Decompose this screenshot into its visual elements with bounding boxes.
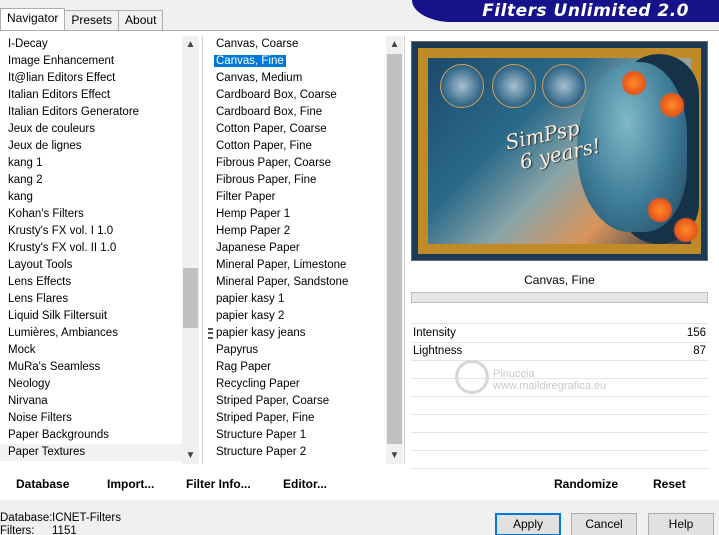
filter-item[interactable]: Striped Paper, Fine [208,410,388,427]
progress-bar [411,292,708,303]
category-item[interactable]: Krusty's FX vol. I 1.0 [0,223,182,240]
filters-unlimited-window: Navigator Presets About Filters Unlimite… [0,0,719,535]
category-item[interactable]: Krusty's FX vol. II 1.0 [0,240,182,257]
filter-item[interactable]: Fibrous Paper, Fine [208,172,388,189]
category-item[interactable]: I-Decay [0,36,182,53]
filter-info-button[interactable]: Filter Info... [186,476,251,492]
preview-image: SimPsp 6 years! [411,41,708,261]
filter-item[interactable]: Cotton Paper, Fine [208,138,388,155]
watermark-logo-icon [455,360,489,394]
scroll-up-icon[interactable]: ▲ [182,36,199,53]
param-intensity[interactable]: Intensity 156 [411,324,708,342]
flower-icon [673,217,699,243]
filter-list[interactable]: Canvas, Coarse Canvas, Fine Canvas, Medium… [208,36,388,464]
filter-item[interactable]: papier kasy 2 [208,308,388,325]
database-button[interactable]: Database [16,476,69,492]
filter-scrollbar[interactable]: ▲ ▼ [386,36,403,464]
category-item[interactable]: MuRa's Seamless [0,359,182,376]
category-item[interactable]: Italian Editors Generatore [0,104,182,121]
filter-item[interactable]: Recycling Paper [208,376,388,393]
category-item[interactable]: Jeux de lignes [0,138,182,155]
category-item[interactable]: Kohan's Filters [0,206,182,223]
filter-item[interactable]: Canvas, Coarse [208,36,388,53]
drag-grip-icon [208,328,213,339]
scroll-down-icon[interactable]: ▼ [182,447,199,464]
divider [202,36,203,464]
filter-item[interactable]: papier kasy 1 [208,291,388,308]
category-item[interactable]: Liquid Silk Filtersuit [0,308,182,325]
randomize-button[interactable]: Randomize [554,476,618,492]
editor-button[interactable]: Editor... [283,476,327,492]
flower-icon [659,92,685,118]
flower-icon [621,70,647,96]
filter-item[interactable]: Structure Paper 1 [208,427,388,444]
filter-item[interactable]: papier kasy jeans [208,325,388,342]
filter-item[interactable]: Hemp Paper 1 [208,206,388,223]
help-button[interactable]: Help [648,513,714,535]
filter-item[interactable]: Canvas, Fine [208,53,388,70]
category-scrollbar[interactable]: ▲ ▼ [182,36,199,464]
category-item[interactable]: Image Enhancement [0,53,182,70]
filter-item[interactable]: Filter Paper [208,189,388,206]
scroll-thumb[interactable] [387,54,402,444]
category-item[interactable]: kang 2 [0,172,182,189]
category-item[interactable]: Lens Flares [0,291,182,308]
filter-item[interactable]: Striped Paper, Coarse [208,393,388,410]
tab-bar: Navigator Presets About [0,8,164,30]
param-label: Intensity [413,327,456,339]
flower-icon [647,197,673,223]
category-item[interactable]: kang [0,189,182,206]
category-item[interactable]: Neology [0,376,182,393]
category-item[interactable]: Italian Editors Effect [0,87,182,104]
parameter-panel: Intensity 156 Lightness 87 [411,323,708,493]
category-item[interactable]: Lumières, Ambiances [0,325,182,342]
param-lightness[interactable]: Lightness 87 [411,342,708,360]
category-item[interactable]: kang 1 [0,155,182,172]
category-item[interactable]: It@lian Editors Effect [0,70,182,87]
filter-item[interactable]: Cardboard Box, Fine [208,104,388,121]
scroll-thumb[interactable] [183,268,198,328]
divider [404,36,405,464]
filter-item[interactable]: Rag Paper [208,359,388,376]
param-value: 156 [686,327,706,339]
preview-circle [542,64,586,108]
apply-button[interactable]: Apply [495,513,561,535]
filter-item[interactable]: Fibrous Paper, Coarse [208,155,388,172]
selected-filter-name: Canvas, Fine [411,270,708,291]
category-item[interactable]: Lens Effects [0,274,182,291]
category-list[interactable]: I-Decay Image Enhancement It@lian Editors … [0,36,182,464]
filter-item[interactable]: Cardboard Box, Coarse [208,87,388,104]
tab-about[interactable]: About [118,10,164,30]
category-item[interactable]: Noise Filters [0,410,182,427]
watermark: Pinuccia www.maildiregrafica.eu [493,368,607,392]
scroll-down-icon[interactable]: ▼ [386,447,403,464]
category-item[interactable]: Nirvana [0,393,182,410]
import-button[interactable]: Import... [107,476,154,492]
tab-navigator[interactable]: Navigator [0,8,66,30]
param-value: 87 [693,345,706,357]
reset-button[interactable]: Reset [653,476,686,492]
filter-item[interactable]: Hemp Paper 2 [208,223,388,240]
category-item[interactable]: Mock [0,342,182,359]
category-item[interactable]: Layout Tools [0,257,182,274]
filter-item[interactable]: Cotton Paper, Coarse [208,121,388,138]
cancel-button[interactable]: Cancel [571,513,637,535]
category-item[interactable]: Paper Backgrounds [0,427,182,444]
filter-item[interactable]: Structure Paper 2 [208,444,388,461]
preview-circle [440,64,484,108]
category-item[interactable]: Jeux de couleurs [0,121,182,138]
param-label: Lightness [413,345,463,357]
filter-item[interactable]: Japanese Paper [208,240,388,257]
category-item[interactable]: Paper Textures [0,444,182,461]
filter-item[interactable]: Canvas, Medium [208,70,388,87]
title-banner: Filters Unlimited 2.0 [412,0,719,22]
filter-item[interactable]: Mineral Paper, Sandstone [208,274,388,291]
status-info: Database: ICNET-Filters Filters: 1151 [0,512,121,535]
scroll-up-icon[interactable]: ▲ [386,36,403,53]
tab-presets[interactable]: Presets [64,10,120,30]
preview-circle [492,64,536,108]
filter-item[interactable]: Mineral Paper, Limestone [208,257,388,274]
filter-item[interactable]: Papyrus [208,342,388,359]
